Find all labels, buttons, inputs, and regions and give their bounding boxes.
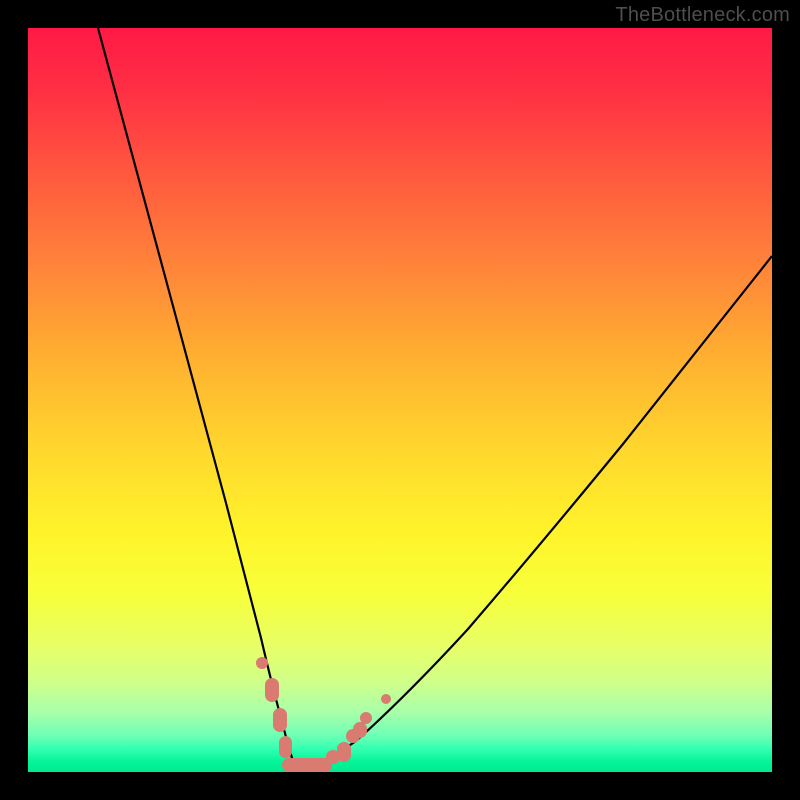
- plot-area: [28, 28, 772, 772]
- chart-frame: TheBottleneck.com: [0, 0, 800, 800]
- data-marker: [279, 736, 292, 758]
- data-marker: [282, 758, 332, 772]
- data-marker: [256, 657, 268, 669]
- data-marker: [337, 742, 351, 762]
- data-marker: [353, 722, 367, 738]
- data-marker: [265, 678, 279, 702]
- data-marker: [381, 694, 391, 704]
- data-marker: [273, 708, 287, 732]
- watermark-text: TheBottleneck.com: [615, 4, 790, 27]
- right-curve: [303, 256, 772, 770]
- curve-layer: [28, 28, 772, 772]
- left-curve: [98, 28, 298, 770]
- data-marker: [360, 712, 372, 724]
